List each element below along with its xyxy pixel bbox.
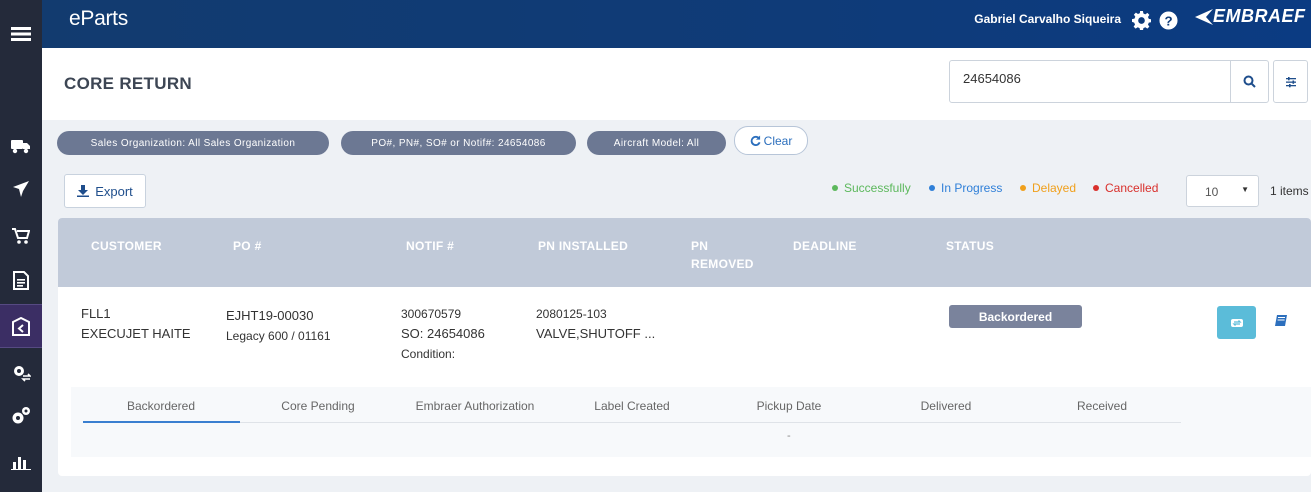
filter-chip-search[interactable]: PO#, PN#, SO# or Notif#: 24654086 xyxy=(341,131,576,155)
step-value: - xyxy=(787,430,791,442)
app-brand[interactable]: eParts xyxy=(69,7,128,31)
legend-label: Delayed xyxy=(1032,181,1077,195)
menu-icon[interactable] xyxy=(0,12,42,56)
steps-track xyxy=(83,422,1181,423)
step-received[interactable]: Received xyxy=(1024,399,1180,413)
step-delivered[interactable]: Delivered xyxy=(868,399,1024,413)
legend-label: Cancelled xyxy=(1105,181,1159,195)
status-steps: Backordered Core Pending Embraer Authori… xyxy=(71,387,1311,457)
header-customer[interactable]: CUSTOMER xyxy=(91,237,162,255)
export-button[interactable]: Export xyxy=(64,174,146,208)
bar-chart-icon[interactable] xyxy=(0,440,42,484)
header-notif[interactable]: NOTIF # xyxy=(406,237,454,255)
customer-code: FLL1 xyxy=(81,306,111,321)
exchange-icon xyxy=(1230,318,1243,327)
clear-label: Clear xyxy=(763,133,793,148)
exchange-gear-icon[interactable] xyxy=(0,350,42,394)
help-icon[interactable]: ? xyxy=(1158,10,1178,30)
customer-name: EXECUJET HAITE xyxy=(81,326,191,341)
filter-chip-sales-org[interactable]: Sales Organization: All Sales Organizati… xyxy=(57,131,329,155)
core-return-table: CUSTOMER PO # NOTIF # PN INSTALLED PN RE… xyxy=(58,218,1311,476)
step-core-pending[interactable]: Core Pending xyxy=(240,399,396,413)
header-po[interactable]: PO # xyxy=(233,237,262,255)
header-pn-installed[interactable]: PN INSTALLED xyxy=(538,237,628,255)
logo-text: EMBRAEF xyxy=(1213,6,1306,26)
step-backordered[interactable]: Backordered xyxy=(83,399,239,413)
core-return-action-button[interactable] xyxy=(1217,306,1256,339)
page-title: CORE RETURN xyxy=(64,74,192,93)
aircraft-info: Legacy 600 / 01161 xyxy=(226,329,331,343)
user-name[interactable]: Gabriel Carvalho Siqueira xyxy=(974,12,1121,26)
top-bar: eParts Gabriel Carvalho Siqueira ? EMBRA… xyxy=(42,0,1311,48)
legend-delayed: Delayed xyxy=(1020,181,1076,195)
header-pn-removed-line2: REMOVED xyxy=(691,257,754,271)
core-return-icon[interactable] xyxy=(0,304,42,348)
document-icon[interactable] xyxy=(0,258,42,302)
legend-dot xyxy=(1020,185,1026,191)
search-icon xyxy=(1243,75,1256,88)
gears-icon[interactable] xyxy=(0,394,42,438)
refresh-icon xyxy=(750,135,761,146)
sidebar xyxy=(0,0,42,492)
pn-description: VALVE,SHUTOFF ... xyxy=(536,326,656,341)
step-label-created[interactable]: Label Created xyxy=(554,399,710,413)
legend-cancelled: Cancelled xyxy=(1093,181,1158,195)
header-pn-removed[interactable]: PN REMOVED xyxy=(691,237,754,273)
export-label: Export xyxy=(95,183,133,199)
caret-down-icon: ▼ xyxy=(1241,185,1249,194)
condition: Condition: xyxy=(401,347,456,361)
search-box xyxy=(949,60,1269,103)
items-count: 1 items xyxy=(1270,184,1309,198)
filter-chip-aircraft-model[interactable]: Aircraft Model: All xyxy=(587,131,726,155)
header-deadline[interactable]: DEADLINE xyxy=(793,237,857,255)
page-size-value: 10 xyxy=(1205,185,1219,199)
legend-label: In Progress xyxy=(941,181,1003,195)
download-icon xyxy=(77,185,90,197)
search-input[interactable] xyxy=(963,71,1223,86)
clear-filters-button[interactable]: Clear xyxy=(734,126,808,155)
search-button[interactable] xyxy=(1230,61,1268,102)
legend-dot xyxy=(929,185,935,191)
header-pn-removed-line1: PN xyxy=(691,239,709,253)
truck-icon[interactable] xyxy=(0,124,42,168)
embraer-logo: EMBRAEF xyxy=(1191,6,1306,27)
legend-dot xyxy=(832,185,838,191)
book-icon[interactable] xyxy=(1274,314,1290,330)
legend-label: Successfully xyxy=(844,181,911,195)
steps-active-indicator xyxy=(83,421,240,423)
table-header: CUSTOMER PO # NOTIF # PN INSTALLED PN RE… xyxy=(58,218,1311,287)
so-number: SO: 24654086 xyxy=(401,326,485,341)
step-embraer-authorization[interactable]: Embraer Authorization xyxy=(397,399,553,413)
header-status[interactable]: STATUS xyxy=(946,237,994,255)
page-size-select[interactable]: 10 ▼ xyxy=(1186,175,1259,207)
svg-text:?: ? xyxy=(1164,13,1172,28)
legend-successfully: Successfully xyxy=(832,181,911,195)
legend-dot xyxy=(1093,185,1099,191)
pn-installed: 2080125-103 xyxy=(536,307,607,321)
page-header: CORE RETURN xyxy=(42,48,1311,120)
advanced-filter-button[interactable] xyxy=(1273,60,1308,103)
gear-icon[interactable] xyxy=(1131,10,1151,30)
po-number: EJHT19-00030 xyxy=(226,308,314,323)
airplane-icon[interactable] xyxy=(0,167,42,211)
sliders-icon xyxy=(1285,76,1296,87)
legend-in-progress: In Progress xyxy=(929,181,1002,195)
step-pickup-date[interactable]: Pickup Date xyxy=(711,399,867,413)
cart-icon[interactable] xyxy=(0,214,42,258)
notif-number: 300670579 xyxy=(401,307,462,321)
status-badge: Backordered xyxy=(949,305,1082,328)
